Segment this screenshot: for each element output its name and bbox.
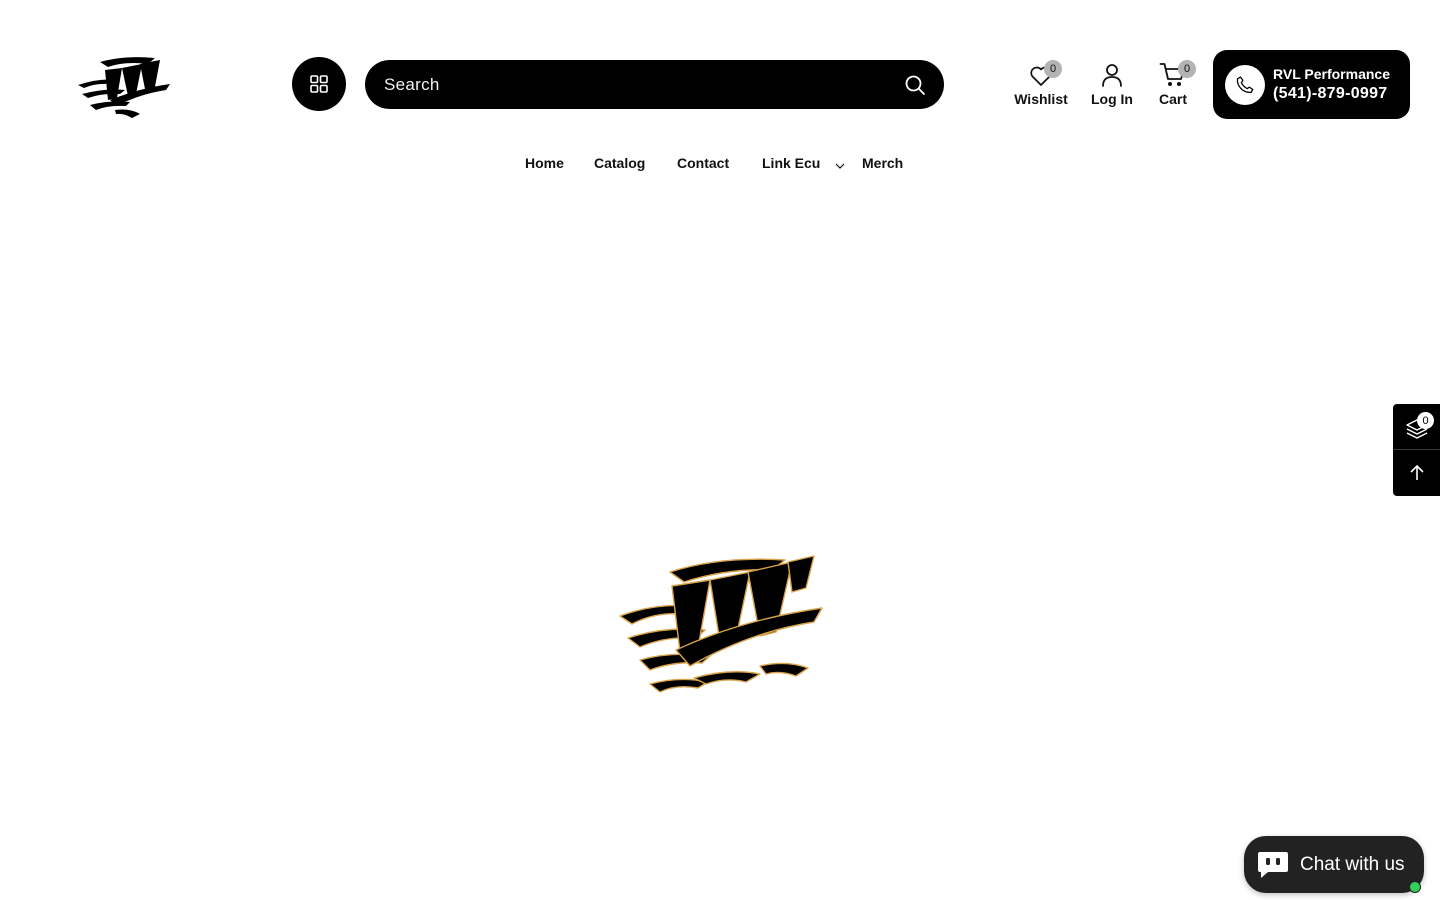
cart-link[interactable]: 0 Cart: [1153, 60, 1196, 107]
chat-bubble-icon: [1258, 851, 1288, 878]
wishlist-label: Wishlist: [1014, 91, 1068, 107]
user-icon: [1102, 64, 1122, 87]
nav-item-merch[interactable]: Merch: [862, 155, 903, 171]
chat-label: Chat with us: [1300, 853, 1405, 875]
menu-button[interactable]: [292, 57, 346, 111]
phone-icon-circle: [1225, 64, 1265, 105]
main-nav: Home Catalog Contact Link Ecu Merch: [0, 155, 1440, 177]
brand-emblem-graphic: [619, 555, 823, 693]
cart-label: Cart: [1158, 91, 1187, 107]
login-link[interactable]: Log In: [1090, 60, 1134, 107]
compare-count-badge: 0: [1417, 412, 1434, 429]
wishlist-link[interactable]: 0 Wishlist: [1014, 60, 1068, 107]
nav-item-catalog[interactable]: Catalog: [594, 155, 645, 171]
phone-contact-button[interactable]: RVL Performance (541)-879-0997: [1213, 50, 1410, 119]
hero-logo: [610, 548, 830, 708]
search-button[interactable]: [902, 72, 928, 98]
grid-icon: [310, 75, 328, 93]
search-input[interactable]: [382, 73, 902, 96]
login-label: Log In: [1091, 91, 1133, 107]
logo-emblem: [78, 57, 170, 118]
chevron-down-icon[interactable]: [834, 159, 846, 175]
contact-phone-number: (541)-879-0997: [1273, 84, 1388, 102]
wishlist-count-badge: 0: [1044, 60, 1062, 78]
compare-button[interactable]: 0: [1393, 404, 1440, 449]
search-bar: [365, 60, 944, 109]
search-icon: [905, 75, 925, 95]
nav-item-link-ecu[interactable]: Link Ecu: [762, 155, 820, 171]
nav-item-contact[interactable]: Contact: [677, 155, 729, 171]
nav-item-home[interactable]: Home: [525, 155, 564, 171]
online-status-dot: [1409, 881, 1421, 893]
phone-icon: [1236, 75, 1254, 93]
side-toolbar: 0: [1393, 404, 1440, 496]
arrow-up-icon: [1409, 464, 1424, 480]
site-logo[interactable]: [70, 50, 180, 125]
chat-launcher-button[interactable]: Chat with us: [1244, 836, 1424, 893]
back-to-top-button[interactable]: [1393, 450, 1440, 496]
contact-name: RVL Performance: [1273, 65, 1390, 82]
cart-count-badge: 0: [1178, 60, 1196, 78]
